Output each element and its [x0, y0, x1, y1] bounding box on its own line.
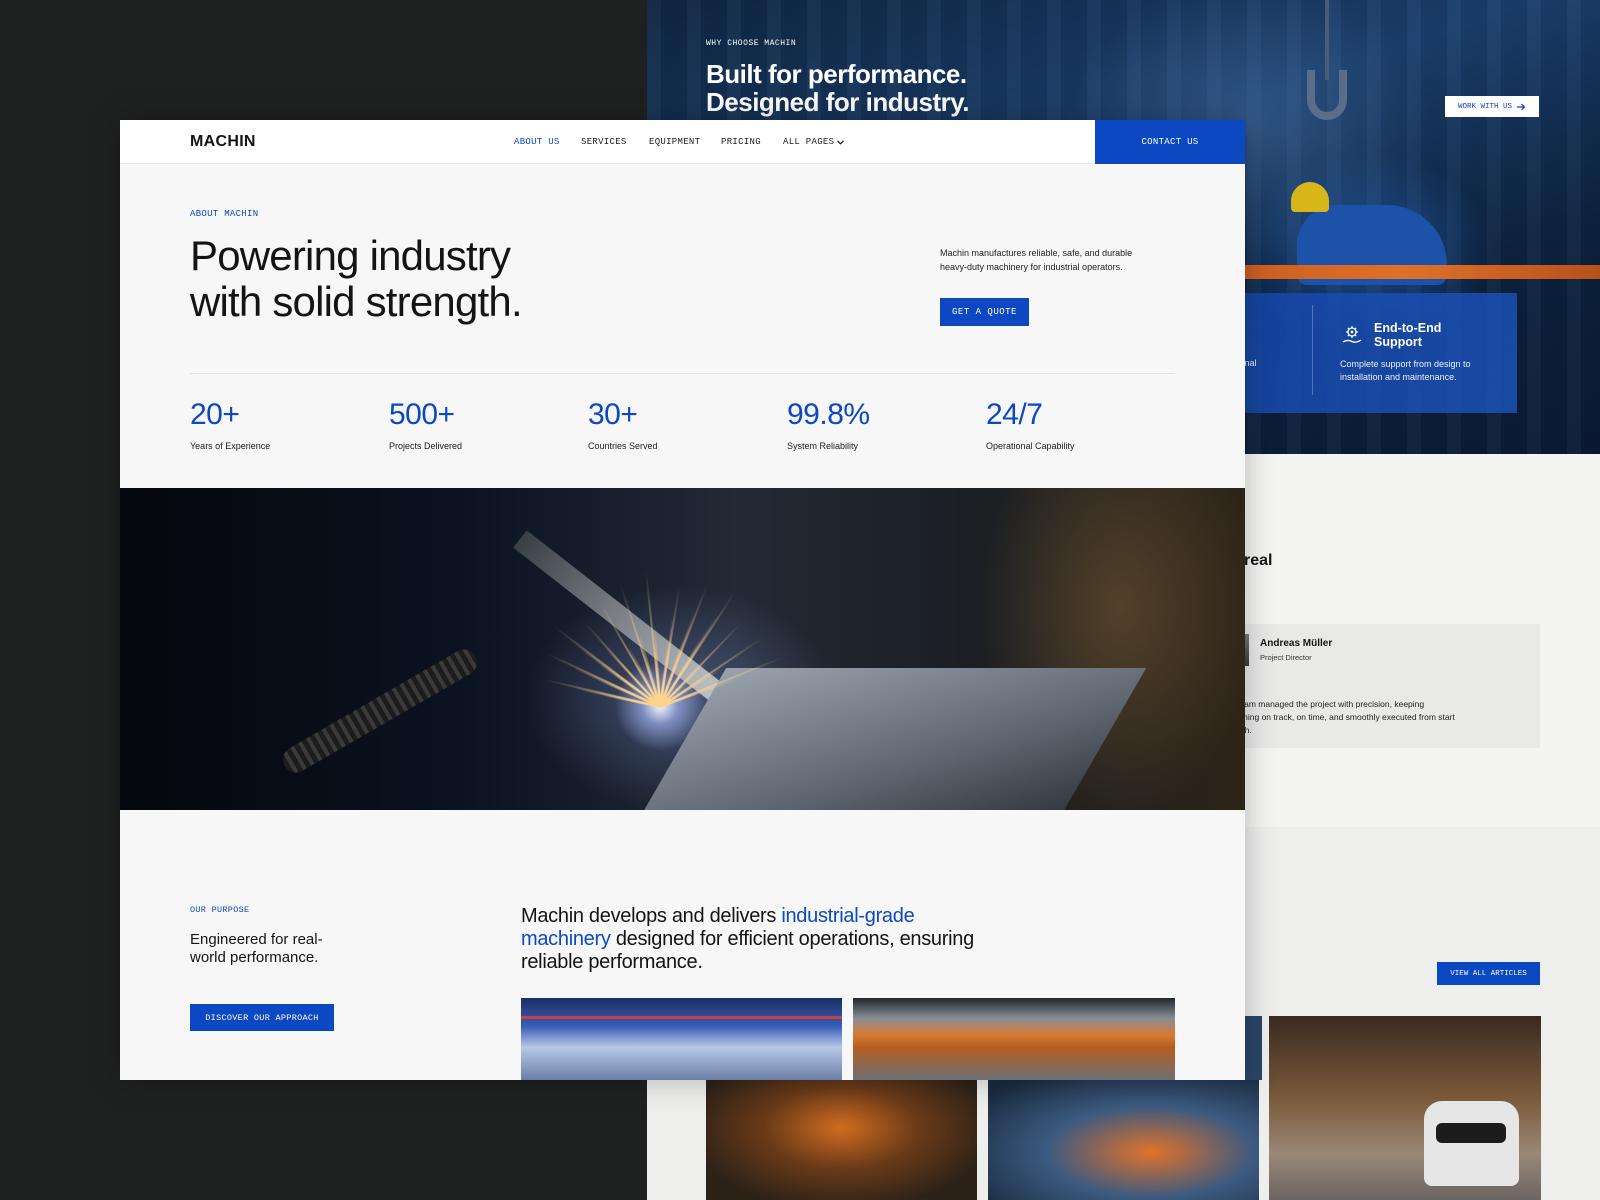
- stat-label: Countries Served: [588, 441, 658, 451]
- stat-label: System Reliability: [787, 441, 859, 451]
- work-with-us-button[interactable]: WORK WITH US: [1445, 96, 1539, 117]
- page-title: Powering industry with solid strength.: [190, 233, 710, 325]
- top-navigation: MACHIN ABOUT US SERVICES EQUIPMENT PRICI…: [120, 120, 1245, 164]
- crane-hook-graphic: [1307, 70, 1347, 120]
- feature-card-title-line-1: End-to-End: [1374, 321, 1442, 335]
- factory-interior-photo: [521, 998, 842, 1080]
- article-photo[interactable]: [1242, 1016, 1262, 1080]
- about-page: MACHIN ABOUT US SERVICES EQUIPMENT PRICI…: [120, 120, 1245, 1080]
- stat-value: 20+: [190, 398, 240, 431]
- support-gear-hand-icon: [1342, 326, 1362, 343]
- stat-projects: 500+ Projects Delivered: [389, 398, 569, 451]
- logo[interactable]: MACHIN: [190, 133, 256, 151]
- feature-card-title-line-2: Support: [1374, 335, 1422, 349]
- purpose-eyebrow: OUR PURPOSE: [190, 905, 250, 915]
- stat-countries: 30+ Countries Served: [588, 398, 768, 451]
- divider: [190, 373, 1175, 374]
- why-choose-title-line-1: Built for performance.: [706, 59, 967, 89]
- chevron-down-icon: [837, 139, 845, 145]
- testimonial-quote: The team managed the project with precis…: [1220, 699, 1455, 735]
- testimonial-card: Andreas Müller Project Director The team…: [1220, 624, 1540, 748]
- why-choose-title: Built for performance. Designed for indu…: [706, 59, 970, 117]
- nav-all-pages[interactable]: ALL PAGES: [783, 137, 845, 147]
- feature-card: e ernational ards. End-to-End Support Co…: [1217, 293, 1517, 413]
- purpose-title: Engineered for real-world performance.: [190, 931, 323, 966]
- purpose-statement: Machin develops and delivers industrial-…: [521, 905, 981, 974]
- page-title-line-2: with solid strength.: [190, 278, 523, 325]
- stat-reliability: 99.8% System Reliability: [787, 398, 967, 451]
- article-photo-technician[interactable]: [988, 1080, 1259, 1200]
- get-a-quote-button[interactable]: GET A QUOTE: [940, 298, 1029, 326]
- stat-operational: 24/7 Operational Capability: [986, 398, 1166, 451]
- testimonial-role: Project Director: [1260, 653, 1312, 662]
- stat-years: 20+ Years of Experience: [190, 398, 370, 451]
- stat-value: 30+: [588, 398, 638, 431]
- article-photo-warehouse-robot[interactable]: [1269, 1016, 1541, 1200]
- stat-label: Projects Delivered: [389, 441, 463, 451]
- why-choose-eyebrow: WHY CHOOSE MACHIN: [706, 39, 797, 48]
- feature-card-text: Complete support from design to installa…: [1340, 359, 1471, 382]
- welding-hero-image: [120, 488, 1245, 810]
- stat-label: Operational Capability: [986, 441, 1075, 451]
- stat-value: 24/7: [986, 398, 1043, 431]
- why-choose-title-line-2: Designed for industry.: [706, 87, 970, 117]
- page-title-line-1: Powering industry: [190, 232, 511, 279]
- nav-equipment[interactable]: EQUIPMENT: [649, 137, 700, 147]
- nav-pricing[interactable]: PRICING: [721, 137, 761, 147]
- purpose-statement-text: Machin develops and delivers: [521, 905, 782, 927]
- arrow-right-icon: [1517, 103, 1526, 110]
- hero-eyebrow: ABOUT MACHIN: [190, 209, 259, 219]
- hero-description: Machin manufactures reliable, safe, and …: [940, 248, 1133, 272]
- nav-all-pages-label: ALL PAGES: [783, 137, 835, 147]
- card-divider: [1312, 305, 1313, 395]
- discover-approach-button[interactable]: DISCOVER OUR APPROACH: [190, 1004, 334, 1031]
- production-line-photo: [853, 998, 1175, 1080]
- work-with-us-label: WORK WITH US: [1457, 102, 1512, 111]
- feature-card-title: End-to-End Support: [1374, 321, 1494, 349]
- contact-us-button[interactable]: CONTACT US: [1095, 120, 1245, 164]
- testimonials-heading-fragment: real: [1244, 552, 1273, 569]
- stat-value: 99.8%: [787, 398, 870, 431]
- nav-services[interactable]: SERVICES: [581, 137, 627, 147]
- nav-about-us[interactable]: ABOUT US: [514, 137, 560, 147]
- testimonial-author: Andreas Müller: [1260, 638, 1333, 649]
- stat-label: Years of Experience: [190, 441, 271, 451]
- view-all-articles-button[interactable]: VIEW ALL ARTICLES: [1437, 962, 1540, 985]
- stat-value: 500+: [389, 398, 455, 431]
- article-photo-worker[interactable]: [706, 1080, 977, 1200]
